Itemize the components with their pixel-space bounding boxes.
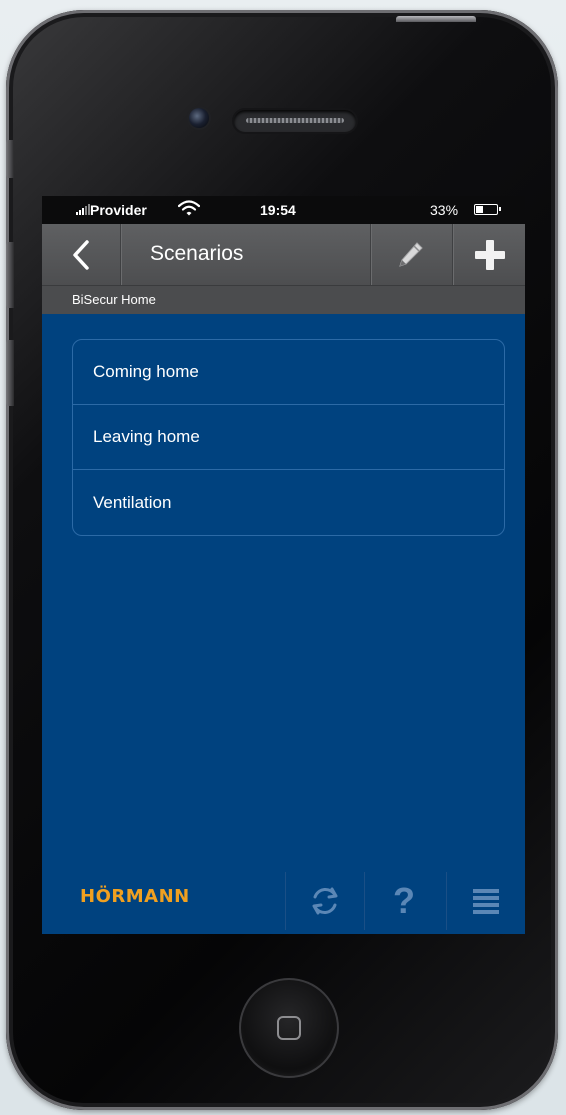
battery-percent: 33%	[430, 202, 459, 218]
brand-logo: HÖRMANN	[80, 886, 190, 907]
nav-divider	[370, 224, 371, 285]
front-camera	[189, 108, 209, 128]
app-screen: Provider 19:54 33% Scenarios BiSecur Hom…	[42, 196, 525, 934]
battery-icon	[474, 204, 501, 215]
plus-icon	[474, 239, 505, 270]
refresh-button[interactable]	[286, 868, 364, 934]
clock: 19:54	[260, 202, 296, 218]
nav-divider	[120, 224, 121, 285]
refresh-icon	[312, 887, 338, 915]
mute-switch	[6, 140, 14, 178]
nav-divider	[452, 224, 453, 285]
chevron-left-icon	[73, 239, 89, 270]
home-square-icon	[277, 1016, 301, 1040]
menu-icon	[473, 889, 499, 914]
power-button	[396, 16, 476, 22]
volume-up-button	[6, 242, 14, 308]
pencil-icon	[399, 241, 423, 267]
page-title: Scenarios	[150, 242, 244, 265]
volume-down-button	[6, 340, 14, 406]
carrier-label: Provider	[90, 202, 147, 218]
list-item[interactable]: Leaving home	[73, 405, 504, 470]
earpiece-speaker	[234, 110, 356, 132]
edit-button[interactable]	[372, 224, 448, 285]
status-bar: Provider 19:54 33%	[42, 196, 525, 224]
bottom-toolbar: HÖRMANN ?	[42, 868, 525, 934]
navigation-bar: Scenarios	[42, 224, 525, 286]
stage: Provider 19:54 33% Scenarios BiSecur Hom…	[0, 0, 566, 1115]
help-button[interactable]: ?	[365, 868, 443, 934]
menu-button[interactable]	[447, 868, 525, 934]
list-item[interactable]: Ventilation	[73, 470, 504, 535]
home-button[interactable]	[239, 978, 339, 1078]
location-label: BiSecur Home	[72, 292, 156, 307]
add-button[interactable]	[454, 224, 525, 285]
wifi-icon	[177, 199, 201, 220]
scenario-list: Coming home Leaving home Ventilation	[72, 339, 505, 536]
list-item[interactable]: Coming home	[73, 340, 504, 405]
back-button[interactable]	[42, 224, 120, 285]
signal-icon	[76, 204, 90, 215]
location-header: BiSecur Home	[42, 286, 525, 314]
